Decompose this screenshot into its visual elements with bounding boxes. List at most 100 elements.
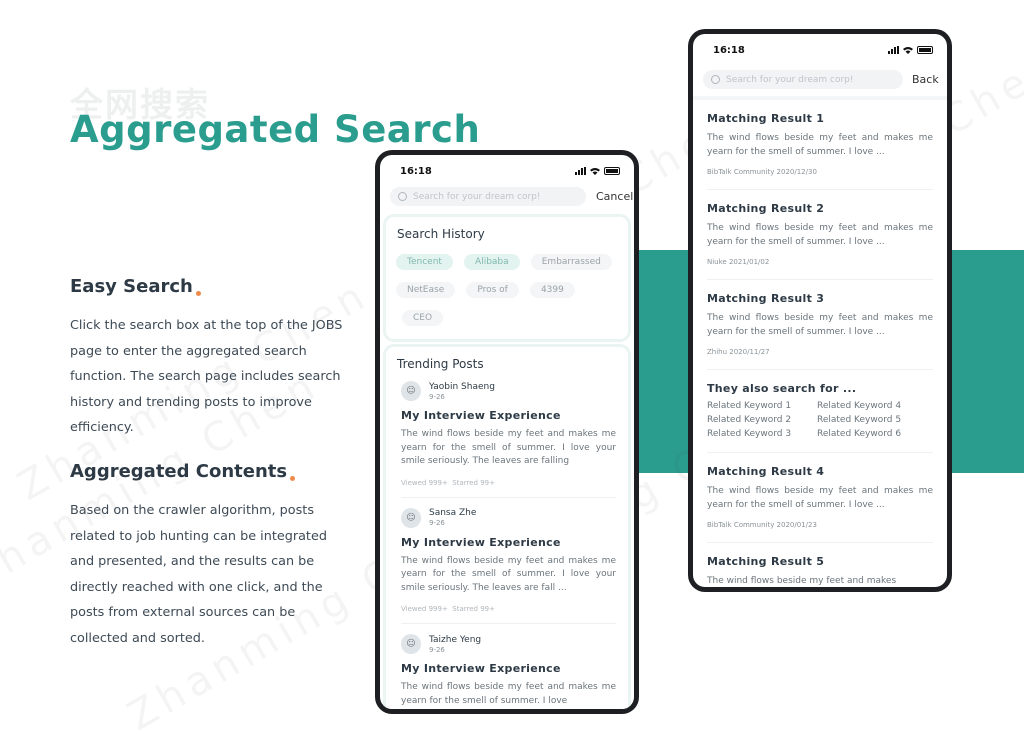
status-time: 16:18 (713, 45, 745, 56)
result-meta: BibTalk Community 2020/12/30 (707, 168, 817, 176)
divider (707, 189, 933, 190)
result-body: The wind flows beside my feet and makes … (707, 313, 933, 337)
signal-icon (888, 46, 899, 54)
accent-dot (195, 291, 201, 296)
wifi-icon (590, 168, 600, 175)
result-item[interactable]: Matching Result 4 The wind flows beside … (693, 465, 947, 529)
viewed-count: Viewed 999+ (401, 605, 448, 613)
search-placeholder: Search for your dream corp! (413, 191, 541, 202)
post-body: The wind flows beside my feet and makes … (401, 682, 616, 706)
post-item[interactable]: ☺ Taizhe Yeng 9-26 My Interview Experienc… (386, 634, 628, 708)
search-input[interactable]: Search for your dream corp! (390, 187, 586, 206)
section-title-easy-search: Easy Search (70, 276, 201, 297)
wifi-icon (903, 47, 913, 54)
status-icons (888, 46, 933, 54)
starred-count: Starred 99+ (452, 478, 495, 487)
post-body: The wind flows beside my feet and makes … (401, 555, 616, 593)
status-icons (575, 167, 620, 175)
history-tag[interactable]: Alibaba (464, 254, 520, 270)
result-meta: Zhihu 2020/11/27 (707, 348, 770, 356)
back-button[interactable]: Back (912, 73, 939, 86)
history-tag[interactable]: 4399 (529, 282, 575, 298)
related-keyword[interactable]: Related Keyword 6 (817, 429, 927, 439)
avatar: ☺ (401, 381, 421, 401)
phone-screen: 16:18 Search for your dream corp! Cancel… (380, 155, 634, 709)
post-author: ☺ Yaobin Shaeng 9-26 (401, 381, 616, 401)
related-keyword[interactable]: Related Keyword 4 (817, 401, 927, 411)
starred-count: Starred 99+ (452, 605, 495, 613)
post-item[interactable]: ☺ Sansa Zhe 9-26 My Interview Experience … (386, 507, 628, 613)
search-icon (711, 75, 720, 84)
post-title: My Interview Experience (401, 662, 561, 675)
battery-icon (604, 167, 620, 175)
section-text-aggregated-contents: Based on the crawler algorithm, posts re… (70, 503, 327, 646)
post-stats: Viewed 999+ Starred 99+ (401, 479, 616, 487)
accent-dot (290, 476, 296, 481)
history-tag[interactable]: Embarrassed (530, 254, 612, 270)
result-body: The wind flows beside my feet and makes … (707, 223, 933, 247)
divider (707, 279, 933, 280)
related-keywords-section: They also search for ... Related Keyword… (693, 382, 947, 439)
history-tag[interactable]: NetEase (396, 282, 456, 298)
related-keyword[interactable]: Related Keyword 1 (707, 401, 817, 411)
result-title: Matching Result 3 (707, 292, 825, 305)
search-history-title: Search History (397, 227, 485, 241)
post-author: ☺ Taizhe Yeng 9-26 (401, 634, 616, 654)
result-title: Matching Result 4 (707, 465, 825, 478)
post-body: The wind flows beside my feet and makes … (401, 429, 616, 466)
author-name: Taizhe Yeng (429, 634, 482, 645)
search-placeholder: Search for your dream corp! (726, 74, 854, 85)
divider (707, 369, 933, 370)
history-tags: Tencent Alibaba Embarrassed NetEase Pros… (386, 241, 628, 333)
search-icon (398, 192, 407, 201)
post-title: My Interview Experience (401, 409, 561, 422)
page-title: Aggregated Search (70, 108, 481, 151)
viewed-count: Viewed 999+ (401, 478, 448, 487)
result-title: Matching Result 1 (707, 112, 825, 125)
result-body: The wind flows beside my feet and makes (707, 576, 897, 586)
phone-search-page: 16:18 Search for your dream corp! Cancel… (375, 150, 639, 714)
status-bar: 16:18 (693, 34, 947, 64)
phone-screen: 16:18 Search for your dream corp! Back M… (693, 34, 947, 587)
history-tag[interactable]: Pros of (466, 282, 519, 298)
author-name: Yaobin Shaeng (429, 381, 495, 392)
status-bar: 16:18 (380, 155, 634, 185)
post-stats: Viewed 999+ Starred 99+ (401, 605, 616, 613)
search-bar: Search for your dream corp! Back (693, 68, 947, 92)
status-time: 16:18 (400, 166, 432, 177)
author-name: Sansa Zhe (429, 508, 477, 518)
result-title: Matching Result 2 (707, 202, 825, 215)
divider (707, 452, 933, 453)
result-body: The wind flows beside my feet and makes … (707, 133, 933, 157)
section-text-easy-search: Click the search box at the top of the J… (70, 318, 343, 435)
result-item[interactable]: Matching Result 5 The wind flows beside … (693, 555, 947, 587)
section-title-text: Easy Search (70, 276, 193, 297)
result-item[interactable]: Matching Result 2 The wind flows beside … (693, 202, 947, 266)
cancel-button[interactable]: Cancel (596, 190, 633, 203)
trending-posts-card: Trending Posts ☺ Yaobin Shaeng 9-26 My In… (386, 347, 628, 709)
header-separator (693, 96, 947, 100)
trending-posts-title: Trending Posts (397, 357, 484, 371)
phone-results-page: 16:18 Search for your dream corp! Back M… (688, 29, 952, 592)
section-title-aggregated-contents: Aggregated Contents (70, 461, 296, 482)
history-tag[interactable]: CEO (402, 310, 444, 326)
post-date: 9-26 (429, 519, 445, 527)
related-keyword[interactable]: Related Keyword 2 (707, 415, 817, 425)
result-item[interactable]: Matching Result 3 The wind flows beside … (693, 292, 947, 356)
post-author: ☺ Sansa Zhe 9-26 (401, 507, 616, 528)
post-title: My Interview Experience (401, 535, 561, 549)
related-keywords-title: They also search for ... (707, 382, 857, 395)
history-tag[interactable]: Tencent (396, 254, 453, 270)
search-bar: Search for your dream corp! Cancel (380, 185, 634, 209)
search-input[interactable]: Search for your dream corp! (703, 70, 903, 89)
result-item[interactable]: Matching Result 1 The wind flows beside … (693, 112, 947, 176)
section-title-text: Aggregated Contents (70, 461, 288, 482)
battery-icon (917, 46, 933, 54)
post-date: 9-26 (429, 645, 445, 654)
related-keyword[interactable]: Related Keyword 5 (817, 415, 927, 425)
related-keyword[interactable]: Related Keyword 3 (707, 429, 817, 439)
signal-icon (575, 167, 586, 175)
post-item[interactable]: ☺ Yaobin Shaeng 9-26 My Interview Experie… (386, 381, 628, 487)
avatar: ☺ (401, 634, 421, 654)
result-body: The wind flows beside my feet and makes … (707, 486, 933, 510)
